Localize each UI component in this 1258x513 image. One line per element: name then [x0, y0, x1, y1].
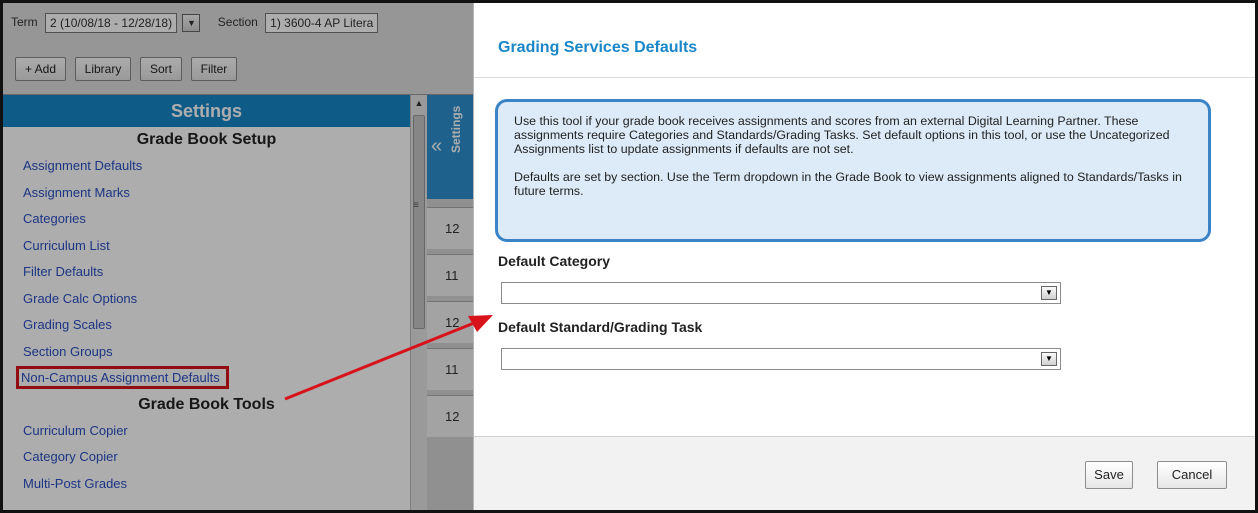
- table-row[interactable]: 11: [427, 254, 473, 296]
- settings-panel: Settings Grade Book Setup Assignment Def…: [3, 95, 410, 510]
- title-divider: [474, 77, 1255, 78]
- info-paragraph-1: Use this tool if your grade book receive…: [514, 114, 1170, 156]
- chevron-down-icon[interactable]: ▼: [1041, 352, 1057, 366]
- settings-scrollbar[interactable]: ▲ ≡: [410, 95, 427, 510]
- dialog-title: Grading Services Defaults: [498, 39, 698, 56]
- link-grade-calc-options[interactable]: Grade Calc Options: [3, 286, 410, 313]
- sort-button[interactable]: Sort: [139, 57, 182, 81]
- add-button[interactable]: + Add: [15, 57, 67, 81]
- info-paragraph-2: Defaults are set by section. Use the Ter…: [514, 170, 1182, 198]
- term-dropdown-icon[interactable]: ▼: [182, 14, 201, 32]
- save-button[interactable]: Save: [1085, 461, 1133, 489]
- default-category-select[interactable]: ▼: [501, 282, 1061, 304]
- link-non-campus-assignment-defaults[interactable]: Non-Campus Assignment Defaults: [3, 365, 410, 392]
- link-grading-scales[interactable]: Grading Scales: [3, 312, 410, 339]
- section-label: Section: [217, 15, 258, 30]
- scrollbar-thumb[interactable]: [413, 115, 425, 329]
- scroll-grip-icon: ≡: [413, 200, 419, 211]
- settings-title: Settings: [3, 95, 410, 127]
- cancel-button[interactable]: Cancel: [1157, 461, 1227, 489]
- gradebook-toolbar: Term 2 (10/08/18 - 12/28/18) ▼ Section 1…: [3, 3, 473, 95]
- table-row[interactable]: 12: [427, 207, 473, 249]
- default-standard-label: Default Standard/Grading Task: [498, 319, 703, 335]
- filter-button[interactable]: Filter: [190, 57, 238, 81]
- table-row[interactable]: 12: [427, 395, 473, 437]
- link-category-copier[interactable]: Category Copier: [3, 444, 410, 471]
- link-assignment-defaults[interactable]: Assignment Defaults: [3, 153, 410, 180]
- link-section-groups[interactable]: Section Groups: [3, 339, 410, 366]
- side-tab-label: Settings: [449, 105, 463, 153]
- dialog-footer: Save Cancel: [474, 437, 1255, 510]
- link-filter-defaults[interactable]: Filter Defaults: [3, 259, 410, 286]
- link-curriculum-list[interactable]: Curriculum List: [3, 233, 410, 260]
- default-category-label: Default Category: [498, 253, 611, 269]
- chevron-left-icon: «: [431, 135, 443, 157]
- grade-book-setup-header: Grade Book Setup: [136, 131, 277, 148]
- link-assignment-marks[interactable]: Assignment Marks: [3, 180, 410, 207]
- settings-collapse-tab[interactable]: « Settings: [427, 95, 473, 199]
- default-standard-select[interactable]: ▼: [501, 348, 1061, 370]
- chevron-down-icon[interactable]: ▼: [1041, 286, 1057, 300]
- table-row[interactable]: 11: [427, 348, 473, 390]
- term-label: Term: [11, 15, 38, 30]
- section-select[interactable]: 1) 3600-4 AP Litera: [265, 13, 379, 33]
- screenshot-frame: Term 2 (10/08/18 - 12/28/18) ▼ Section 1…: [0, 0, 1258, 513]
- grading-services-defaults-dialog: Grading Services Defaults Use this tool …: [473, 3, 1255, 510]
- link-curriculum-copier[interactable]: Curriculum Copier: [3, 418, 410, 445]
- link-categories[interactable]: Categories: [3, 206, 410, 233]
- library-button[interactable]: Library: [74, 57, 132, 81]
- table-row[interactable]: 12: [427, 301, 473, 343]
- gradebook-rows: 12 11 12 11 12: [427, 199, 473, 510]
- link-multi-post-grades[interactable]: Multi-Post Grades: [3, 471, 410, 498]
- term-select[interactable]: 2 (10/08/18 - 12/28/18): [45, 13, 178, 33]
- info-callout: Use this tool if your grade book receive…: [495, 99, 1211, 242]
- grade-book-tools-header: Grade Book Tools: [138, 395, 275, 413]
- scroll-up-icon[interactable]: ▲: [411, 95, 427, 112]
